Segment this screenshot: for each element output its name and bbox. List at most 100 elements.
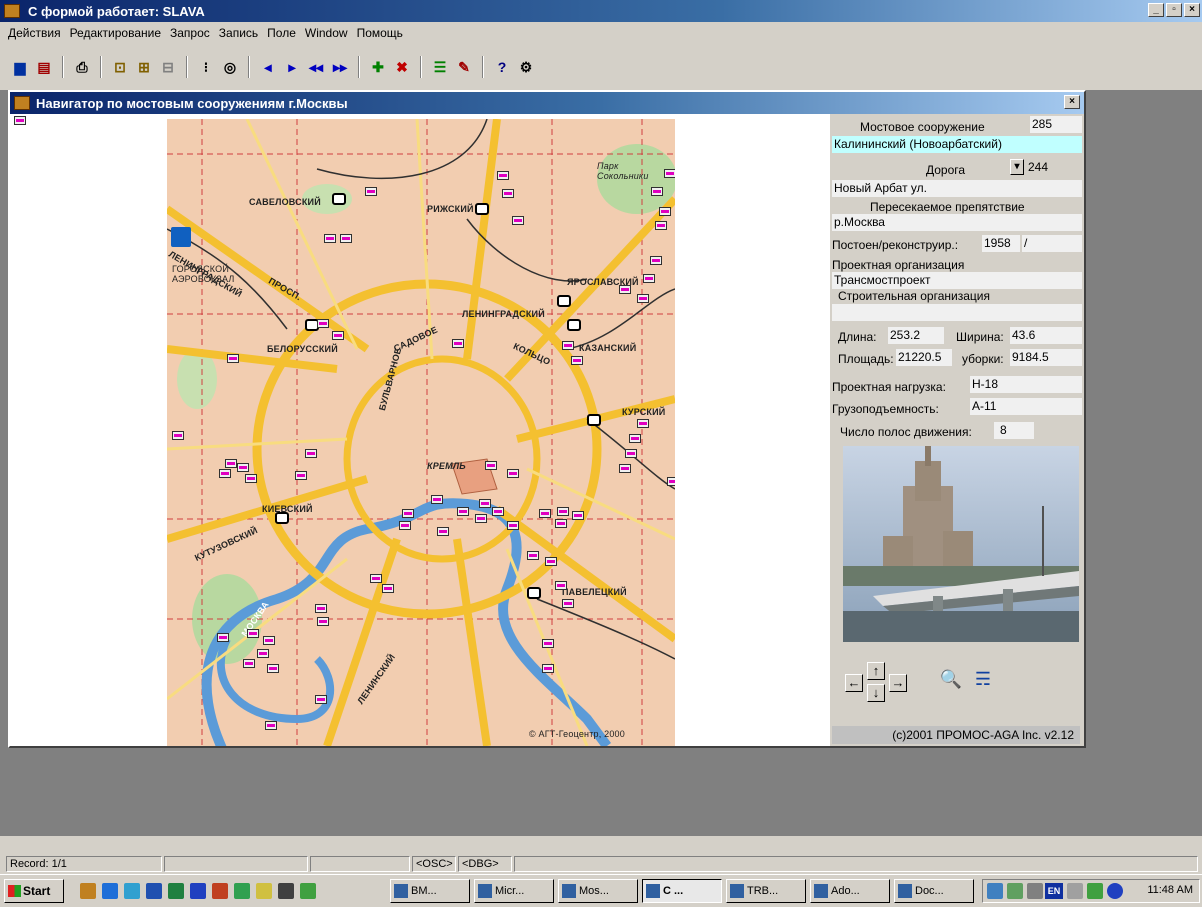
menu-help[interactable]: Помощь [357, 26, 403, 40]
bridge-marker[interactable] [237, 463, 249, 472]
quicklaunch-desktop-icon[interactable] [80, 883, 96, 899]
maximize-button[interactable]: ▫ [1166, 3, 1182, 17]
quicklaunch-excel-icon[interactable] [168, 883, 184, 899]
bridge-marker[interactable] [502, 189, 514, 198]
bridge-marker[interactable] [317, 319, 329, 328]
bridge-marker[interactable] [315, 604, 327, 613]
station-icon[interactable] [475, 203, 489, 215]
bridge-marker[interactable] [475, 514, 487, 523]
bridge-marker[interactable] [637, 419, 649, 428]
structure-number-field[interactable]: 285 [1030, 116, 1082, 133]
bridge-marker[interactable] [527, 551, 539, 560]
bridge-marker[interactable] [555, 581, 567, 590]
width-field[interactable]: 43.6 [1010, 327, 1082, 344]
bridge-marker[interactable] [245, 474, 257, 483]
save-icon[interactable]: ▆ [10, 57, 30, 77]
bridge-marker[interactable] [619, 464, 631, 473]
bridge-marker[interactable] [664, 169, 675, 178]
bridge-marker[interactable] [667, 477, 675, 486]
prev-block-icon[interactable]: ◂◂ [306, 57, 326, 77]
delete-record-icon[interactable]: ✖ [392, 57, 412, 77]
find-icon[interactable]: ◎ [220, 57, 240, 77]
insert-record-icon[interactable]: ✚ [368, 57, 388, 77]
bridge-marker[interactable] [172, 431, 184, 440]
bridge-marker[interactable] [263, 636, 275, 645]
bridge-marker[interactable] [402, 509, 414, 518]
bridge-marker[interactable] [332, 331, 344, 340]
bridge-marker[interactable] [637, 294, 649, 303]
bridge-marker[interactable] [370, 574, 382, 583]
bridge-marker[interactable] [479, 499, 491, 508]
design-load-field[interactable]: Н-18 [970, 376, 1082, 393]
station-icon[interactable] [567, 319, 581, 331]
station-icon[interactable] [332, 193, 346, 205]
list-values-icon[interactable]: ☰ [430, 57, 450, 77]
area-field[interactable]: 21220.5 [896, 349, 952, 366]
bridge-marker[interactable] [650, 256, 662, 265]
task-button[interactable]: Micr... [474, 879, 554, 903]
built-year-field[interactable]: 1958 [982, 235, 1020, 252]
arrow-left-icon[interactable]: ← [845, 674, 863, 692]
bridge-marker[interactable] [655, 221, 667, 230]
arrow-down-icon[interactable]: ↓ [867, 684, 885, 702]
bridge-marker[interactable] [571, 356, 583, 365]
road-name-field[interactable]: Новый Арбат ул. [832, 180, 1082, 197]
build-org-field[interactable] [832, 304, 1082, 321]
bridge-marker[interactable] [659, 207, 671, 216]
bridge-marker[interactable] [539, 509, 551, 518]
bridge-marker[interactable] [437, 527, 449, 536]
bridge-marker[interactable] [431, 495, 443, 504]
bridge-marker[interactable] [625, 449, 637, 458]
bridge-marker[interactable] [243, 659, 255, 668]
task-button[interactable]: TRB... [726, 879, 806, 903]
bridge-marker[interactable] [542, 664, 554, 673]
bridge-marker[interactable] [507, 521, 519, 530]
capacity-field[interactable]: А-11 [970, 398, 1082, 415]
context-help-icon[interactable]: ⚙ [516, 57, 536, 77]
quicklaunch-app-icon[interactable] [278, 883, 294, 899]
bridge-marker[interactable] [340, 234, 352, 243]
quicklaunch-app-icon[interactable] [300, 883, 316, 899]
bridge-marker[interactable] [257, 649, 269, 658]
bridge-marker[interactable] [305, 449, 317, 458]
count-icon[interactable]: ⁝ [196, 57, 216, 77]
quicklaunch-search-icon[interactable] [256, 883, 272, 899]
bridge-marker[interactable] [557, 507, 569, 516]
zoom-magnifier-icon[interactable]: 🔍 [938, 666, 964, 692]
menu-query[interactable]: Запрос [170, 26, 210, 40]
bridge-marker[interactable] [572, 511, 584, 520]
next-block-icon[interactable]: ▸▸ [330, 57, 350, 77]
task-button[interactable]: Mos... [558, 879, 638, 903]
bridge-marker[interactable] [267, 664, 279, 673]
save-exit-icon[interactable]: ▤ [34, 57, 54, 77]
quicklaunch-access-icon[interactable] [212, 883, 228, 899]
menu-window[interactable]: Window [305, 26, 348, 40]
bridge-marker[interactable] [365, 187, 377, 196]
quicklaunch-app-icon[interactable] [234, 883, 250, 899]
quicklaunch-ie-icon[interactable] [102, 883, 118, 899]
arrow-right-icon[interactable]: → [889, 674, 907, 692]
minimize-button[interactable]: _ [1148, 3, 1164, 17]
quicklaunch-word-icon[interactable] [146, 883, 162, 899]
map-tool-icon[interactable]: ☴ [970, 666, 996, 692]
bridge-marker[interactable] [295, 471, 307, 480]
station-icon[interactable] [587, 414, 601, 426]
bridge-marker[interactable] [629, 434, 641, 443]
bridge-marker[interactable] [217, 633, 229, 642]
task-button[interactable]: BM... [390, 879, 470, 903]
prev-record-icon[interactable]: ◂ [258, 57, 278, 77]
task-button[interactable]: Doc... [894, 879, 974, 903]
bridge-marker[interactable] [555, 519, 567, 528]
bridge-marker[interactable] [643, 274, 655, 283]
bridge-marker[interactable] [452, 339, 464, 348]
station-icon[interactable] [527, 587, 541, 599]
navigator-close-button[interactable]: × [1064, 95, 1080, 109]
station-icon[interactable] [275, 512, 289, 524]
language-indicator[interactable]: EN [1045, 883, 1063, 899]
moscow-map[interactable]: САВЕЛОВСКИЙ РИЖСКИЙ Парк Сокольники ЛЕНИ… [167, 119, 675, 746]
bridge-marker[interactable] [562, 341, 574, 350]
bridge-marker[interactable] [225, 459, 237, 468]
cleaning-area-field[interactable]: 9184.5 [1010, 349, 1082, 366]
menu-record[interactable]: Запись [219, 26, 258, 40]
bridge-marker[interactable] [542, 639, 554, 648]
